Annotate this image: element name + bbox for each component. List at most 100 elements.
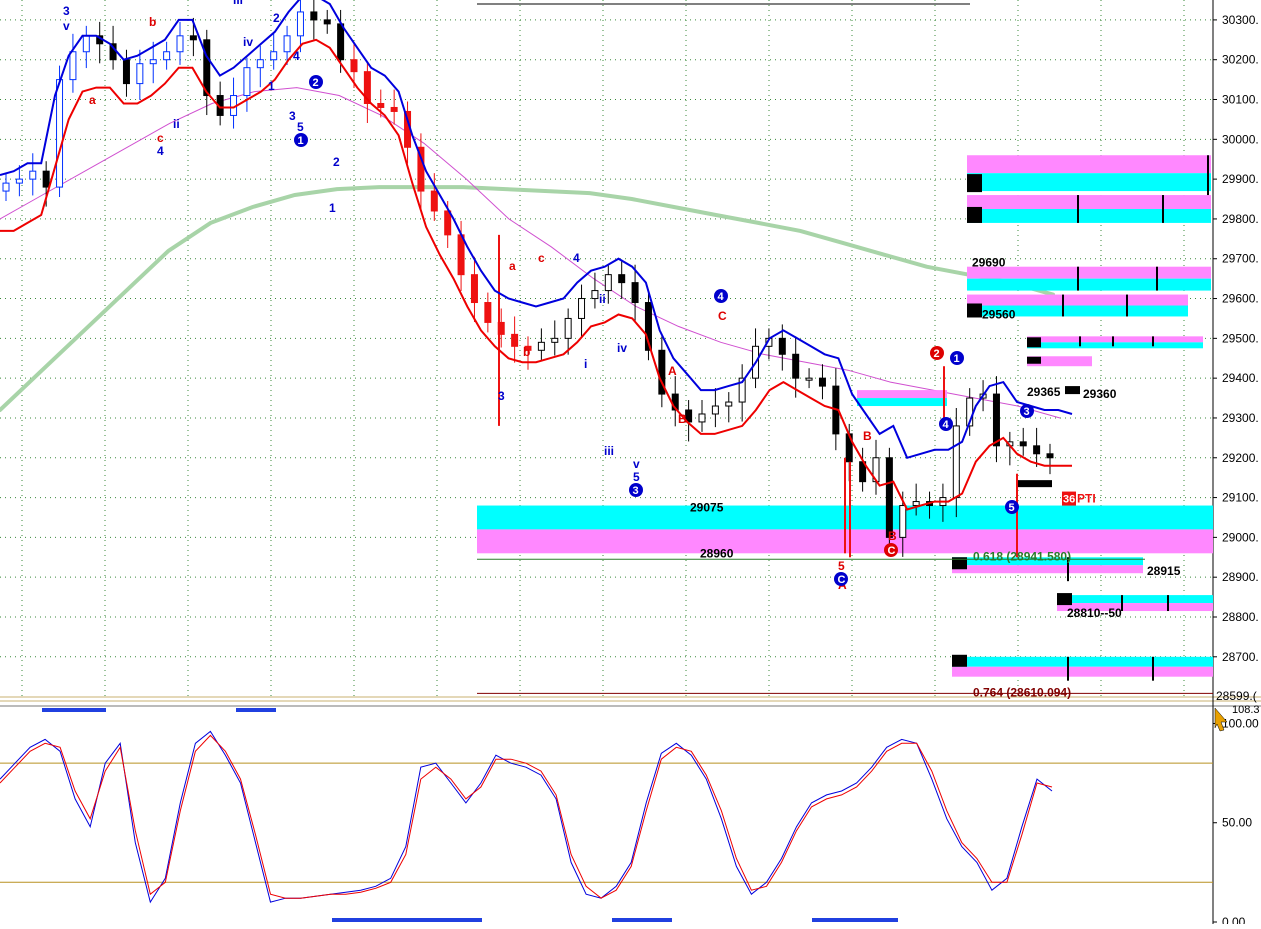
candle-body <box>42 170 50 188</box>
wave-label: v <box>633 457 640 471</box>
axis-tick-label: 29500. <box>1222 331 1259 345</box>
pti-count: 36 <box>1063 494 1075 506</box>
wave-label: c <box>538 251 545 265</box>
wave-label: B <box>888 529 897 543</box>
candle-body <box>283 35 291 53</box>
osc-axis-label: 0.00 <box>1222 915 1246 924</box>
zone-marker <box>1065 386 1080 395</box>
candle-body <box>912 501 920 507</box>
price-level-label: 29075 <box>690 501 724 515</box>
wave-label: a <box>509 259 516 273</box>
osc-signal-bar <box>332 918 482 922</box>
osc-signal-bar <box>812 918 898 922</box>
wave-label: C <box>718 309 727 323</box>
axis-tick-label: 29300. <box>1222 411 1259 425</box>
wave-label: 2 <box>273 11 280 25</box>
candle-body <box>698 413 706 423</box>
wave-label: 3 <box>633 485 639 497</box>
candle-body <box>256 59 264 69</box>
wave-label: b <box>149 15 156 29</box>
wave-label: 4 <box>157 144 164 158</box>
zone-bar-bottom <box>1027 342 1203 349</box>
zone-marker <box>967 303 982 318</box>
zone-marker <box>1027 356 1041 364</box>
wave-label: C <box>838 574 846 586</box>
candle-body <box>818 377 826 387</box>
fib-level-label: 0.764 (28610.094) <box>973 686 1071 700</box>
candle-body <box>337 23 345 61</box>
candle-body <box>885 457 893 538</box>
axis-tick-label: 29600. <box>1222 292 1259 306</box>
candle-body <box>952 425 960 499</box>
candle-body <box>618 274 626 284</box>
osc-axis-label: 100.00 <box>1222 716 1259 730</box>
candle-body <box>537 341 545 351</box>
candle-body <box>136 63 144 85</box>
wave-label: 5 <box>1009 502 1015 514</box>
pti-label: PTI <box>1077 492 1096 506</box>
wave-label: iii <box>233 0 243 7</box>
zone-bar-bottom <box>967 208 1211 223</box>
osc-signal-bar <box>42 708 106 712</box>
wave-label: 5 <box>838 559 845 573</box>
axis-current-value: 28599.( <box>1216 689 1257 703</box>
zone-bar-bottom <box>967 173 1211 192</box>
candle-body <box>1019 441 1027 447</box>
wave-label: v <box>249 0 256 3</box>
candle-body <box>29 170 37 180</box>
zone-bar-top <box>857 390 947 399</box>
grid-layer <box>0 0 1261 924</box>
axis-tick-label: 30200. <box>1222 53 1259 67</box>
candle-body <box>390 106 398 112</box>
price-level-label: 29690 <box>972 256 1006 270</box>
osc-axis-label: 50.00 <box>1222 816 1252 830</box>
lower-band <box>0 38 1072 511</box>
price-level-label: 28810--50 <box>1067 606 1122 620</box>
wave-label: iv <box>243 35 253 49</box>
chart-root: 29690 29560 29365 29360 29075 28960 28915 28810… <box>0 0 1261 929</box>
price-level-label: 28960 <box>700 546 734 560</box>
wave-label: iii <box>604 444 614 458</box>
wave-label: 4 <box>573 251 580 265</box>
axis-tick-label: 30000. <box>1222 132 1259 146</box>
zone-bar-bottom <box>952 666 1213 677</box>
zone-bar-top <box>967 155 1211 174</box>
wave-label: B <box>863 429 872 443</box>
axis-tick-label: 30300. <box>1222 13 1259 27</box>
axis-tick-label: 28800. <box>1222 610 1259 624</box>
candle-layer <box>2 0 1054 558</box>
axis-tick-label: 29800. <box>1222 212 1259 226</box>
wave-label: 3 <box>1024 406 1030 418</box>
oscillator-layer: 100.00 50.00 0.00 108.3 <box>0 704 1260 929</box>
candle-body <box>377 102 385 108</box>
candle-body <box>149 59 157 65</box>
wave-label: 1 <box>298 135 304 147</box>
candle-body <box>69 51 77 81</box>
candle-body <box>578 298 586 319</box>
candle-body <box>604 274 612 292</box>
wave-label: a <box>89 93 96 107</box>
wave-label: v <box>63 19 70 33</box>
zone-bar-top <box>967 294 1188 306</box>
zone-marker <box>967 206 982 223</box>
candle-body <box>189 35 197 41</box>
wave-label: C <box>888 545 896 557</box>
zone-marker <box>1016 480 1052 488</box>
axis-tick-label: 29100. <box>1222 491 1259 505</box>
zone-bar-top <box>1057 595 1213 604</box>
candle-body <box>511 333 519 347</box>
candle-body <box>805 377 813 381</box>
wave-label: b <box>523 345 530 359</box>
candle-body <box>444 210 452 236</box>
zone-bar-bottom <box>967 278 1211 291</box>
candle-body <box>323 19 331 25</box>
axis-tick-label: 29700. <box>1222 252 1259 266</box>
price-level-label: 29360 <box>1083 387 1117 401</box>
osc-signal-bar <box>612 918 672 922</box>
wave-label: i <box>584 357 587 371</box>
wave-label: 1 <box>954 353 960 365</box>
wave-label: 4 <box>943 419 950 431</box>
candle-body <box>15 178 23 184</box>
wave-label: 4 <box>718 291 725 303</box>
wave-label: c <box>157 131 164 145</box>
